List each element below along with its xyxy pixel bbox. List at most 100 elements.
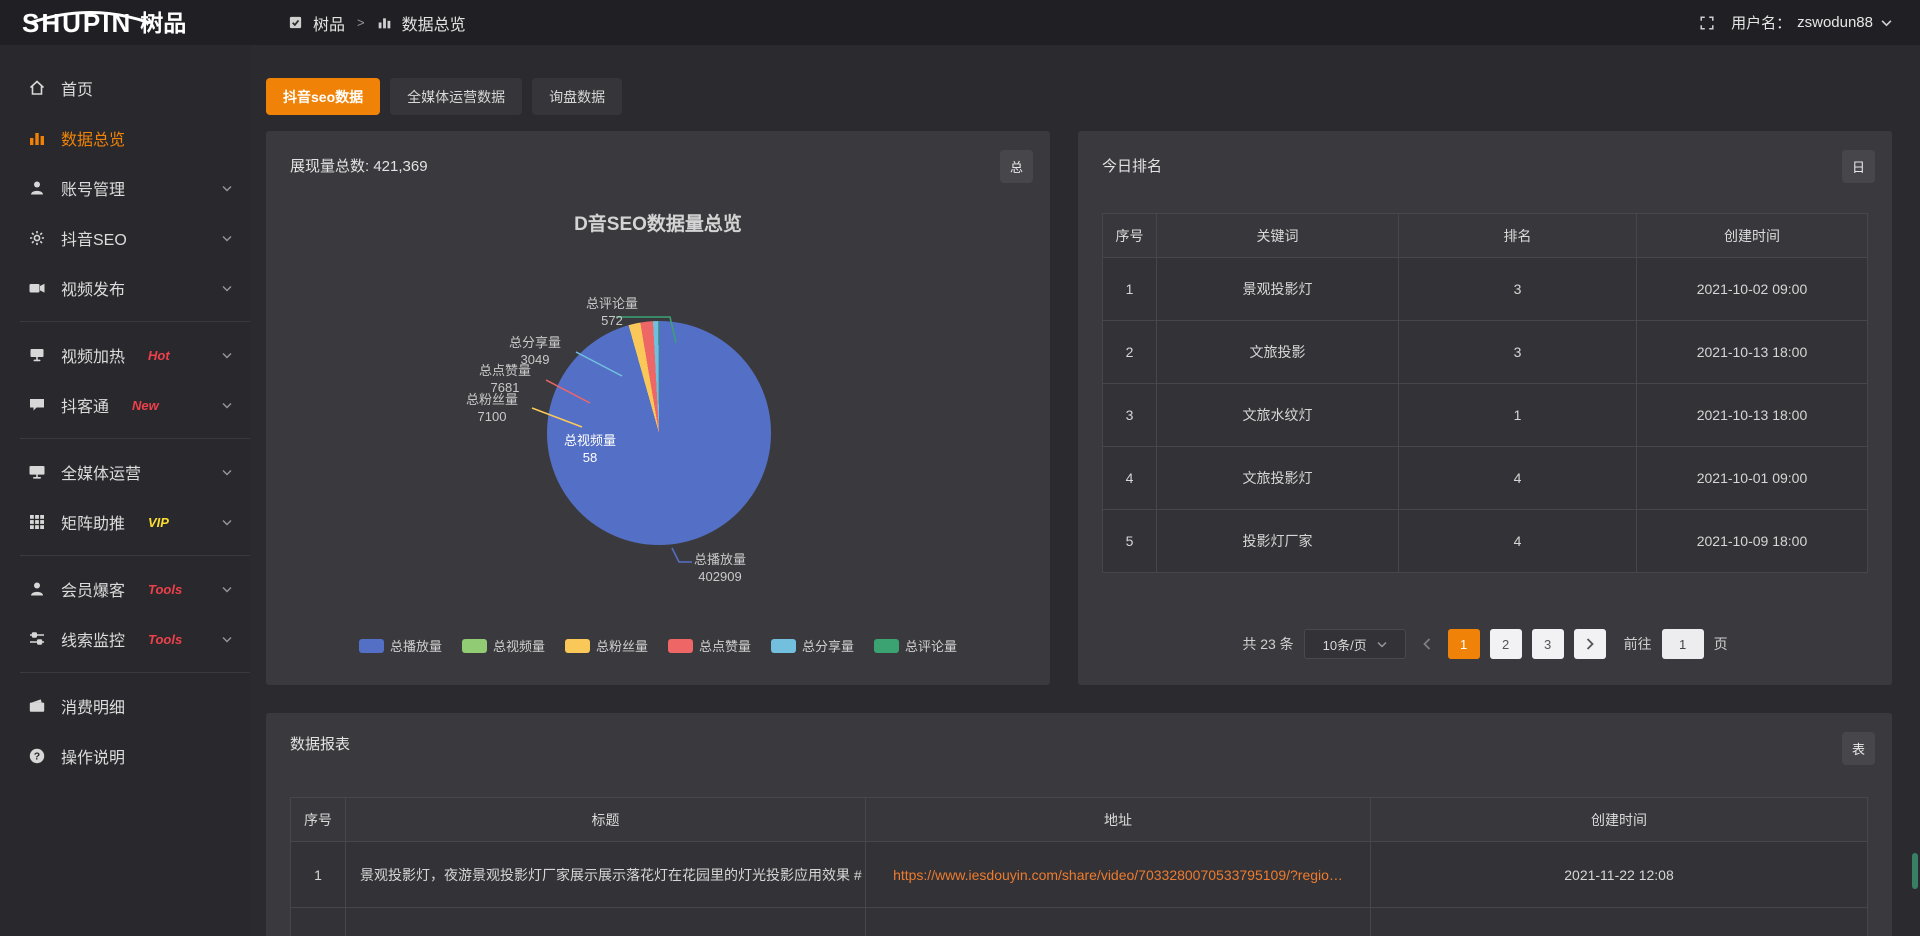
sidebar-item-label: 抖音SEO (61, 226, 127, 250)
sidebar-item-douketong[interactable]: 抖客通 New (0, 380, 250, 430)
table-header-row: 序号 关键词 排名 创建时间 (1103, 214, 1868, 258)
sidebar-divider (20, 321, 250, 322)
page-button-1[interactable]: 1 (1448, 629, 1480, 659)
sidebar-item-label: 账号管理 (61, 176, 125, 200)
sidebar: 首页 数据总览 账号管理 抖音SEO 视频发布 视频加热 Hot (0, 45, 250, 936)
sidebar-item-home[interactable]: 首页 (0, 63, 250, 113)
chevron-down-icon (222, 185, 232, 192)
sidebar-item-label: 首页 (61, 76, 93, 100)
total-badge[interactable]: 总 (1000, 150, 1033, 183)
chevron-down-icon (222, 469, 232, 476)
next-page-button[interactable] (1574, 629, 1606, 659)
ranking-title: 今日排名 (1102, 155, 1162, 176)
breadcrumb: 树品 > 数据总览 (288, 11, 466, 35)
table-row: 1 景观投影灯，夜游景观投影灯厂家展示展示落花灯在花园里的灯光投影应用效果 # … (291, 842, 1868, 908)
goto-label: 前往 (1624, 634, 1652, 654)
pie-label-plays: 总播放量402909 (675, 551, 765, 585)
table-row: 4文旅投影灯42021-10-01 09:00 (1103, 447, 1868, 510)
fullscreen-icon[interactable] (1699, 15, 1715, 31)
sidebar-item-matrix-boost[interactable]: 矩阵助推 VIP (0, 497, 250, 547)
chevron-down-icon (222, 586, 232, 593)
user-menu[interactable]: 用户名：zswodun88 (1731, 12, 1892, 33)
page-size-select[interactable]: 10条/页 (1304, 629, 1406, 659)
wallet-icon (28, 697, 46, 715)
page-button-2[interactable]: 2 (1490, 629, 1522, 659)
chart-panel: 展现量总数: 421,369 总 D音SEO数据量总览 总评论量572 总分享量… (266, 131, 1050, 685)
sidebar-item-video-heat[interactable]: 视频加热 Hot (0, 330, 250, 380)
legend-item-videos[interactable]: 总视频量 (462, 636, 545, 655)
pagination: 共 23 条 10条/页 1 2 3 前往 页 (1078, 629, 1892, 659)
sidebar-item-member-burst[interactable]: 会员爆客 Tools (0, 564, 250, 614)
gear-icon (28, 229, 46, 247)
col-url: 地址 (866, 798, 1371, 842)
sliders-icon (28, 630, 46, 648)
legend-item-likes[interactable]: 总点赞量 (668, 636, 751, 655)
chart-title: D音SEO数据量总览 (266, 209, 1050, 236)
day-badge[interactable]: 日 (1842, 150, 1875, 183)
col-created: 创建时间 (1637, 214, 1868, 258)
sidebar-item-lead-monitor[interactable]: 线索监控 Tools (0, 614, 250, 664)
display-icon (28, 346, 46, 364)
tab-inquiry-data[interactable]: 询盘数据 (532, 78, 622, 115)
sidebar-item-label: 矩阵助推 (61, 510, 125, 534)
chat-bubble-icon (28, 396, 46, 414)
goto-page-input[interactable] (1662, 629, 1704, 659)
app-square-icon (288, 15, 303, 30)
sidebar-item-label: 数据总览 (61, 126, 125, 150)
col-title: 标题 (346, 798, 866, 842)
legend-item-comments[interactable]: 总评论量 (874, 636, 957, 655)
pie-label-comments: 总评论量572 (567, 295, 657, 329)
page-button-3[interactable]: 3 (1532, 629, 1564, 659)
tab-media-ops-data[interactable]: 全媒体运营数据 (390, 78, 522, 115)
new-tag: New (132, 398, 159, 413)
legend-swatch (565, 639, 590, 653)
legend-swatch (771, 639, 796, 653)
report-panel: 数据报表 表 序号 标题 地址 创建时间 1 景观投影灯，夜游景观投影灯厂家展示… (266, 713, 1892, 936)
sidebar-item-label: 线索监控 (61, 627, 125, 651)
sidebar-item-douyin-seo[interactable]: 抖音SEO (0, 213, 250, 263)
sidebar-item-label: 操作说明 (61, 744, 125, 768)
breadcrumb-root[interactable]: 树品 (313, 11, 345, 35)
prev-page-button[interactable] (1416, 638, 1438, 650)
breadcrumb-current[interactable]: 数据总览 (402, 11, 466, 35)
tools-tag: Tools (148, 632, 182, 647)
video-url-link[interactable]: https://www.iesdouyin.com/share/video/70… (893, 867, 1343, 883)
legend-item-fans[interactable]: 总粉丝量 (565, 636, 648, 655)
legend-swatch (359, 639, 384, 653)
goto-suffix: 页 (1714, 634, 1728, 654)
video-camera-icon (28, 279, 46, 297)
sidebar-item-account[interactable]: 账号管理 (0, 163, 250, 213)
video-title-cell: 景观投影灯，夜游景观投影灯厂家展示展示落花灯在花园里的灯光投影应用效果 # (346, 842, 866, 908)
pie-label-videos: 总视频量58 (545, 432, 635, 466)
monitor-icon (28, 463, 46, 481)
sidebar-item-video-publish[interactable]: 视频发布 (0, 263, 250, 313)
scrollbar-thumb[interactable] (1912, 853, 1918, 889)
sidebar-item-data-overview[interactable]: 数据总览 (0, 113, 250, 163)
col-rank: 排名 (1399, 214, 1637, 258)
sidebar-item-expense-detail[interactable]: 消费明细 (0, 681, 250, 731)
table-badge[interactable]: 表 (1842, 732, 1875, 765)
bar-chart-icon (28, 129, 46, 147)
sidebar-item-label: 全媒体运营 (61, 460, 141, 484)
ranking-table: 序号 关键词 排名 创建时间 1景观投影灯32021-10-02 09:00 2… (1102, 213, 1868, 573)
logo-arc (24, 11, 156, 24)
table-row (291, 908, 1868, 936)
vip-tag: VIP (148, 515, 169, 530)
legend-item-shares[interactable]: 总分享量 (771, 636, 854, 655)
col-created: 创建时间 (1371, 798, 1868, 842)
legend-swatch (462, 639, 487, 653)
sidebar-item-label: 视频加热 (61, 343, 125, 367)
tab-douyin-seo[interactable]: 抖音seo数据 (266, 78, 380, 115)
user-icon (28, 580, 46, 598)
username: zswodun88 (1797, 14, 1873, 31)
grid-icon (28, 513, 46, 531)
col-index: 序号 (291, 798, 346, 842)
bar-chart-icon (377, 15, 392, 30)
scrollbar[interactable] (1910, 45, 1918, 936)
col-keyword: 关键词 (1157, 214, 1399, 258)
sidebar-item-label: 抖客通 (61, 393, 109, 417)
sidebar-item-label: 视频发布 (61, 276, 125, 300)
legend-item-plays[interactable]: 总播放量 (359, 636, 442, 655)
sidebar-item-instructions[interactable]: ? 操作说明 (0, 731, 250, 781)
sidebar-item-media-ops[interactable]: 全媒体运营 (0, 447, 250, 497)
